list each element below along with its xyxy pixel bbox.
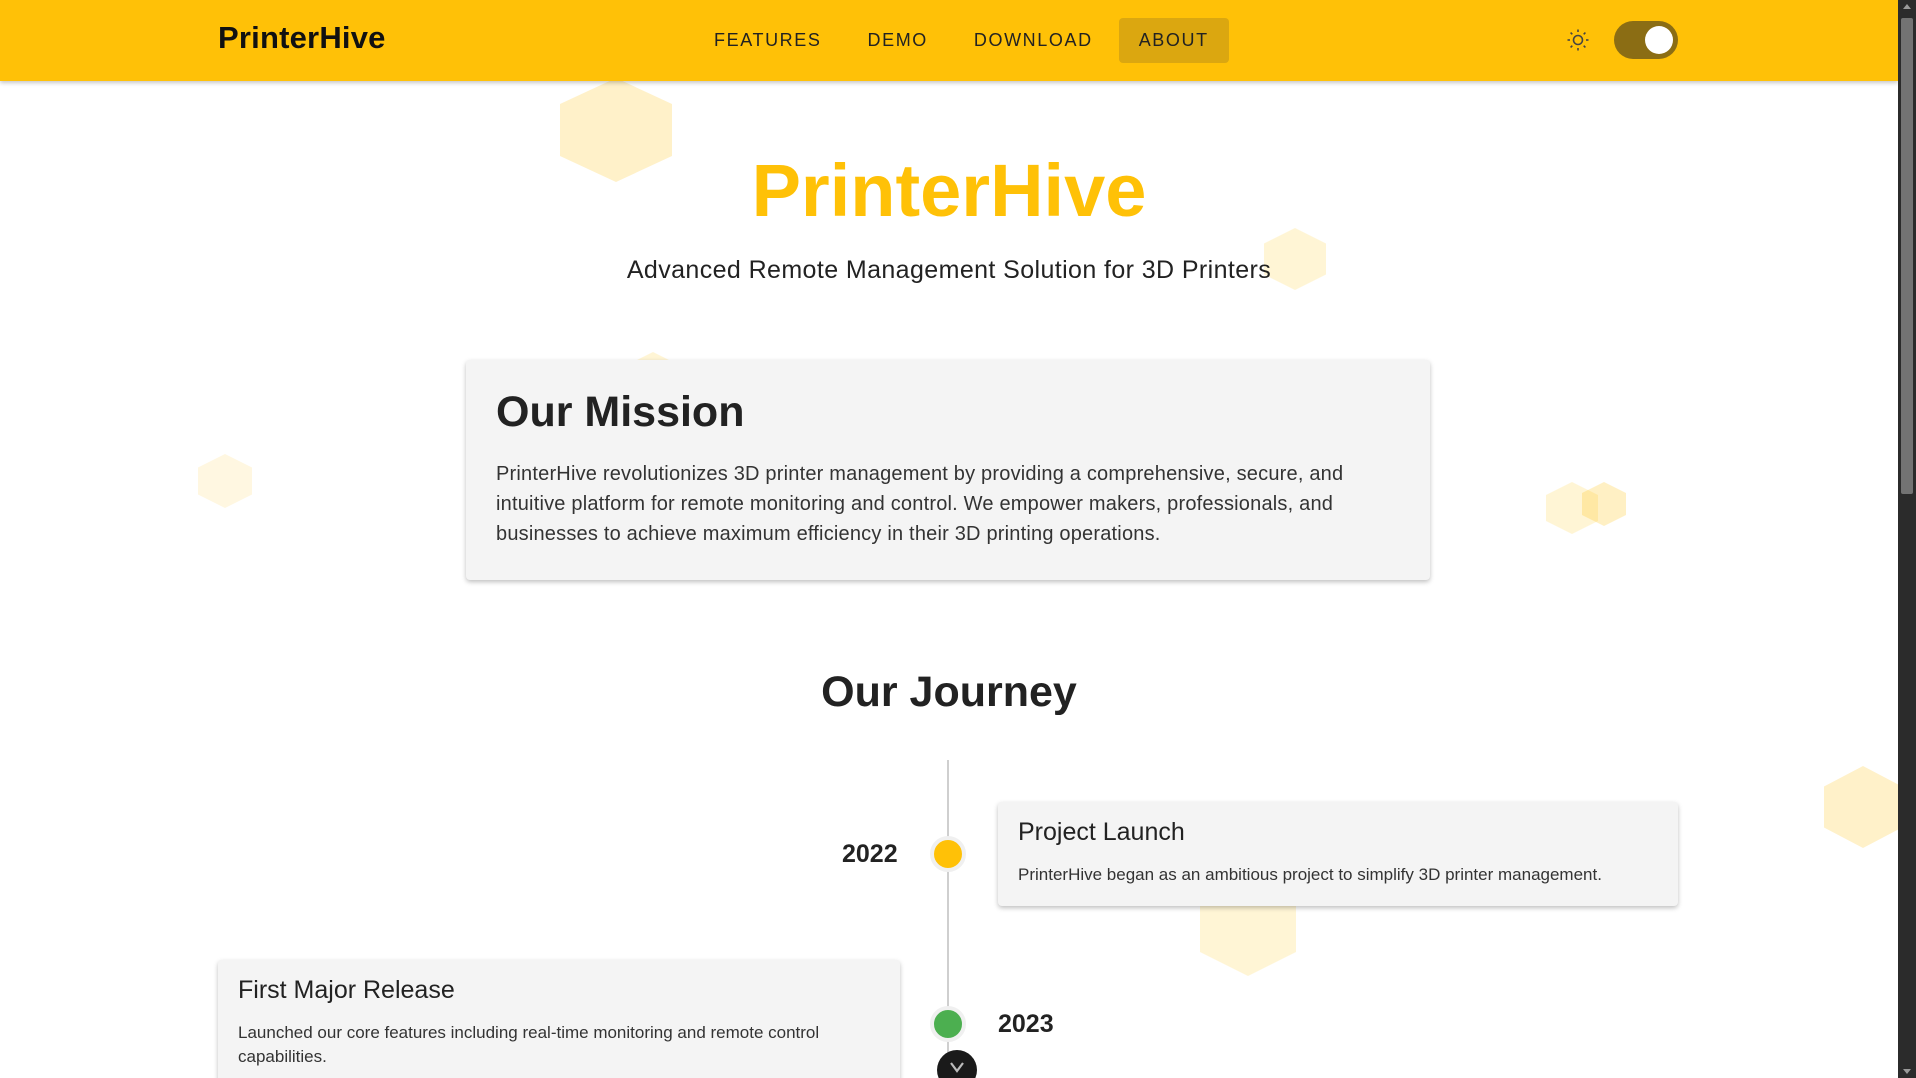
nav-features[interactable]: FEATURES (694, 18, 841, 63)
timeline-card-first-major-release: First Major Release Launched our core fe… (218, 960, 900, 1078)
sun-icon[interactable] (1566, 28, 1590, 52)
scroll-up-arrow-icon[interactable] (1903, 4, 1911, 9)
timeline-card-title: First Major Release (238, 976, 455, 1004)
timeline-dot (930, 836, 966, 872)
hero-title: PrinterHive (751, 149, 1147, 232)
decorative-hexagon (1824, 766, 1902, 848)
mission-title: Our Mission (496, 388, 745, 436)
journey-title: Our Journey (821, 668, 1077, 716)
timeline-card-text: Launched our core features including rea… (238, 1023, 820, 1066)
top-app-bar: PrinterHive FEATURES DEMO DOWNLOAD ABOUT (0, 0, 1898, 81)
nav-download[interactable]: DOWNLOAD (954, 18, 1113, 63)
scroll-to-top-button[interactable] (937, 1050, 977, 1078)
vertical-scrollbar[interactable] (1898, 0, 1916, 1078)
decorative-hexagon (198, 454, 252, 508)
timeline-year: 2023 (998, 1010, 1054, 1038)
dark-mode-toggle[interactable] (1614, 21, 1678, 59)
mission-text: PrinterHive revolutionizes 3D printer ma… (496, 463, 1344, 545)
brand-logo-text[interactable]: PrinterHive (218, 20, 386, 56)
scroll-down-arrow-icon[interactable] (1903, 1069, 1911, 1074)
chevron-down-icon (950, 1062, 964, 1073)
timeline-card-project-launch: Project Launch PrinterHive began as an a… (998, 802, 1678, 906)
nav-about[interactable]: ABOUT (1118, 18, 1229, 63)
timeline-dot (930, 1006, 966, 1042)
main-nav: FEATURES DEMO DOWNLOAD ABOUT (694, 18, 1229, 63)
timeline-card-title: Project Launch (1018, 818, 1185, 846)
nav-demo[interactable]: DEMO (847, 18, 947, 63)
hero-subtitle: Advanced Remote Management Solution for … (626, 256, 1272, 284)
toggle-knob (1645, 26, 1673, 54)
timeline-year: 2022 (842, 840, 898, 868)
scrollbar-thumb[interactable] (1901, 18, 1913, 494)
mission-card: Our Mission PrinterHive revolutionizes 3… (466, 360, 1430, 580)
timeline-card-text: PrinterHive began as an ambitious projec… (1018, 865, 1602, 884)
